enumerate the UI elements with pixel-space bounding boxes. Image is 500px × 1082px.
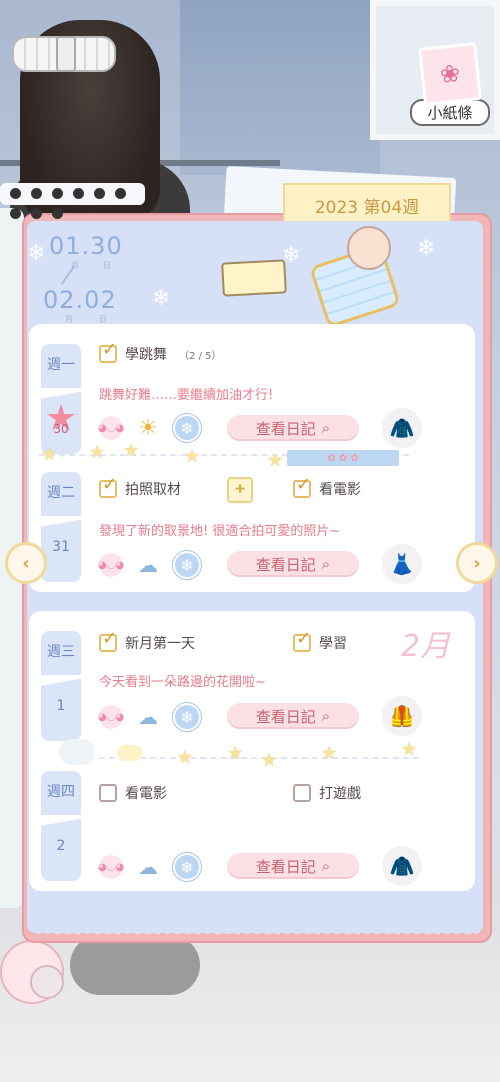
bread-icon	[117, 745, 143, 761]
task-item[interactable]: 新月第一天	[99, 628, 195, 653]
task-item[interactable]: 學跳舞（2 / 5）	[99, 339, 221, 364]
mood-icon: ◕◡◕	[98, 553, 124, 577]
snow-globe-icon: ❄	[173, 853, 201, 881]
sleeping-character-art	[221, 226, 412, 329]
star-icon: ★	[401, 739, 418, 760]
task-item[interactable]: 看電影	[293, 474, 361, 499]
view-diary-button[interactable]: 查看日記 ⌕	[227, 853, 359, 879]
checkbox-checked-icon[interactable]	[99, 339, 117, 363]
day-note: 發現了新的取景地! 很適合拍可愛的照片~	[99, 524, 341, 539]
vest-icon[interactable]: 🦺	[382, 696, 422, 736]
task-item[interactable]: 學習	[293, 628, 347, 653]
star-icon: ★	[321, 743, 338, 764]
mood-icon: ◕◡◕	[98, 705, 124, 729]
star-icon: ★	[267, 450, 284, 471]
snowflake-icon: ❄	[417, 236, 436, 261]
star-icon: ★	[41, 444, 58, 465]
coat-icon[interactable]: 🧥	[382, 408, 422, 448]
checkbox-unchecked-icon[interactable]	[293, 784, 311, 802]
bell-charm	[30, 965, 64, 999]
chevron-right-icon: ›	[473, 552, 481, 574]
weekly-journal: 2023 第04週 01.30 月 日 02.02 月 日 ❄ ❄ ❄ ❄ 週一…	[0, 183, 500, 943]
wall-panel	[180, 0, 380, 175]
star-icon: ★	[89, 442, 106, 463]
mood-icon: ◕◡◕	[98, 855, 124, 879]
weather-icons: ◕◡◕ ☀ ❄	[98, 414, 214, 442]
snow-globe-icon: ❄	[173, 551, 201, 579]
cloud-icon: ☁	[138, 705, 158, 729]
sleeping-face-icon	[347, 226, 391, 270]
start-day-unit: 日	[103, 261, 111, 270]
day-card-bottom: 週三 1 新月第一天 學習 2月 今天看到一朵路邊的花開啦~ ◕◡◕ ☁ ❄ 查…	[29, 611, 475, 891]
cloud-icon: ☁	[138, 553, 158, 577]
gift-icon[interactable]: ✚	[227, 477, 253, 503]
snowflake-icon: ❄	[152, 286, 171, 311]
magnifier-icon: ⌕	[321, 419, 331, 437]
view-diary-button[interactable]: 查看日記 ⌕	[227, 551, 359, 577]
chevron-left-icon: ‹	[22, 552, 30, 574]
weather-icons: ◕◡◕ ☁ ❄	[98, 703, 214, 731]
character-legs	[70, 935, 200, 995]
day-card-top: 週一 ★30 學跳舞（2 / 5） 跳舞好難……要繼續加油才行! ◕◡◕ ☀ ❄…	[29, 324, 475, 592]
star-icon: ★	[184, 446, 201, 467]
day-note: 跳舞好難……要繼續加油才行!	[99, 388, 274, 403]
sun-icon: ☀	[138, 415, 158, 441]
next-week-button[interactable]: ›	[456, 542, 498, 584]
dress-icon[interactable]: 👗	[382, 544, 422, 584]
washi-tape-sticker: ✿ ✿ ✿	[287, 450, 399, 466]
journal-page: 01.30 月 日 02.02 月 日 ❄ ❄ ❄ ❄ 週一 ★30 學跳舞（2…	[27, 221, 483, 933]
snow-globe-icon: ❄	[173, 703, 201, 731]
magnifier-icon: ⌕	[321, 555, 331, 573]
hair-bow	[12, 36, 116, 72]
task-item[interactable]: 看電影	[99, 783, 167, 803]
view-diary-button[interactable]: 查看日記 ⌕	[227, 703, 359, 729]
snow-globe-icon: ❄	[173, 414, 201, 442]
end-date: 02.02	[43, 286, 117, 314]
mood-icon: ◕◡◕	[98, 416, 124, 440]
bowl-icon	[59, 739, 95, 765]
checkbox-checked-icon[interactable]	[293, 474, 311, 498]
checkbox-checked-icon[interactable]	[99, 474, 117, 498]
spiral-binding	[0, 183, 145, 219]
february-art: 2月	[401, 629, 451, 664]
small-note-button[interactable]: ❀ 小紙條	[410, 42, 490, 126]
weather-icons: ◕◡◕ ☁ ❄	[98, 853, 214, 881]
date-range: 01.30 月 日 02.02 月 日	[41, 226, 136, 326]
start-date: 01.30	[49, 232, 123, 260]
star-icon: ★	[123, 440, 140, 461]
star-icon: ★	[261, 750, 278, 771]
magnifier-icon: ⌕	[321, 857, 331, 875]
snowflake-icon: ❄	[27, 241, 46, 266]
jacket-icon[interactable]: 🧥	[382, 846, 422, 886]
checkbox-checked-icon[interactable]	[293, 628, 311, 652]
checkbox-checked-icon[interactable]	[99, 628, 117, 652]
note-photo-icon: ❀	[418, 42, 482, 106]
task-item[interactable]: 拍照取材	[99, 474, 181, 499]
magnifier-icon: ⌕	[321, 707, 331, 725]
task-item[interactable]: 打遊戲	[293, 783, 361, 803]
checkbox-unchecked-icon[interactable]	[99, 784, 117, 802]
weather-icons: ◕◡◕ ☁ ❄	[98, 551, 214, 579]
sticky-tag-icon	[221, 259, 287, 297]
day-tab-wednesday: 週三 1	[41, 631, 81, 741]
cloud-icon: ☁	[138, 855, 158, 879]
day-note: 今天看到一朵路邊的花開啦~	[99, 675, 266, 690]
previous-week-button[interactable]: ‹	[5, 542, 47, 584]
star-icon: ★	[177, 747, 194, 768]
day-tab-tuesday: 週二 31	[41, 472, 81, 582]
day-tab-thursday: 週四 2	[41, 771, 81, 881]
date-star-icon: ★ 30	[44, 398, 78, 439]
star-icon: ★	[227, 743, 244, 764]
view-diary-button[interactable]: 查看日記 ⌕	[227, 415, 359, 441]
